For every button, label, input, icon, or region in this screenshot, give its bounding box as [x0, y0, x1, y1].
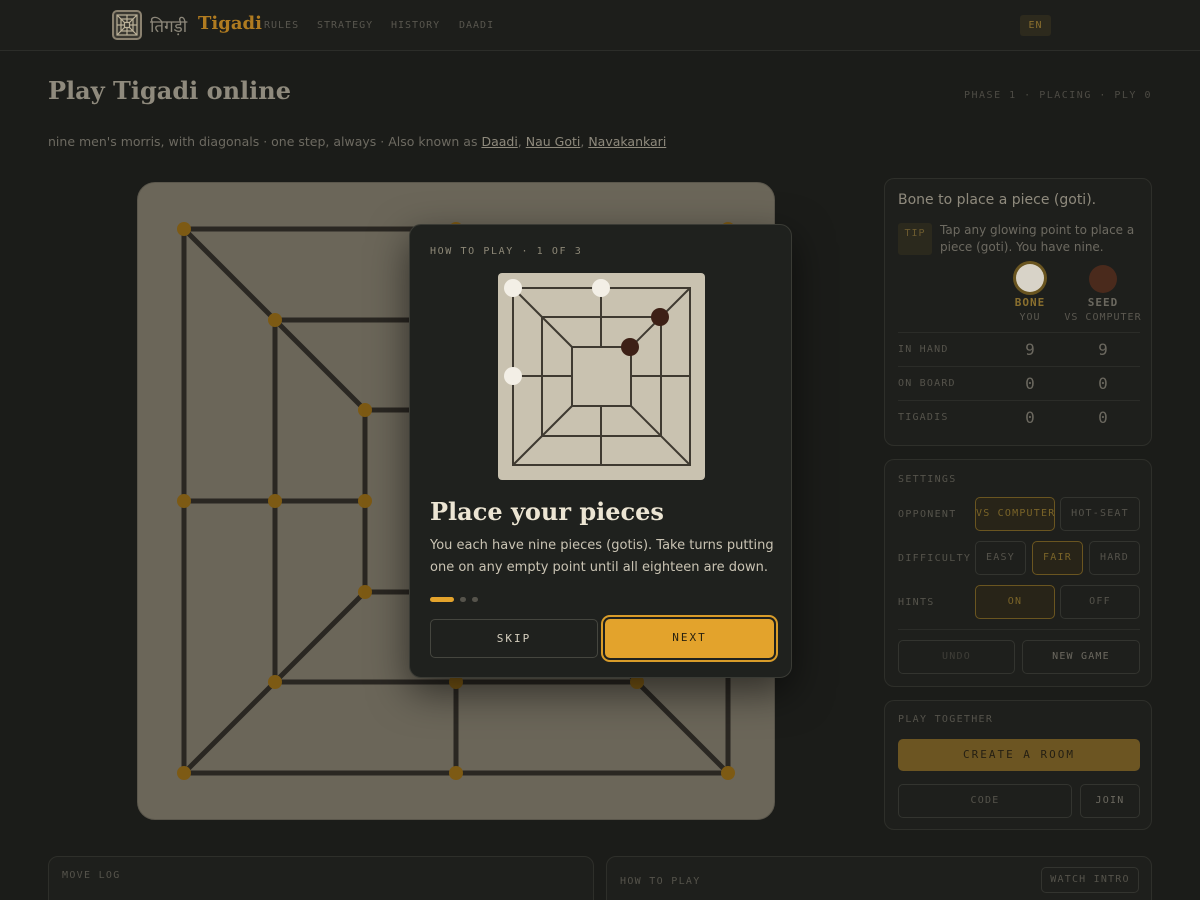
- move-log-label: MOVE LOG: [62, 870, 121, 881]
- hints-off-button[interactable]: OFF: [1060, 585, 1140, 619]
- difficulty-hard-button[interactable]: HARD: [1089, 541, 1140, 575]
- how-to-play-label: HOW TO PLAY: [620, 876, 701, 887]
- alias-link-daadi[interactable]: Daadi: [481, 134, 517, 149]
- how-to-play-panel: HOW TO PLAY WATCH INTRO: [606, 856, 1152, 900]
- settings-label: SETTINGS: [898, 474, 957, 485]
- stat-bone: 0: [1025, 408, 1035, 427]
- stat-seed: 0: [1098, 408, 1108, 427]
- difficulty-easy-button[interactable]: EASY: [975, 541, 1026, 575]
- step-dot-active: [430, 597, 454, 602]
- step-dot: [472, 597, 478, 602]
- tip-badge: TIP: [898, 223, 932, 255]
- stat-label: IN HAND: [898, 344, 949, 355]
- nav-strategy[interactable]: STRATEGY: [317, 20, 373, 31]
- nav-rules[interactable]: RULES: [264, 20, 299, 31]
- stat-row-in-hand: IN HAND 9 9: [898, 332, 1140, 366]
- stat-label: ON BOARD: [898, 378, 956, 389]
- top-bar: तिगड़ी Tigadi RULES STRATEGY HISTORY DAA…: [0, 0, 1200, 51]
- modal-illustration-board: [498, 273, 705, 480]
- subtitle-text: nine men's morris, with diagonals · one …: [48, 134, 482, 149]
- stat-label: TIGADIS: [898, 412, 949, 423]
- opponent-label: OPPONENT: [898, 509, 957, 520]
- play-together-panel: PLAY TOGETHER CREATE A ROOM CODE JOIN: [884, 700, 1152, 830]
- difficulty-fair-button[interactable]: FAIR: [1032, 541, 1083, 575]
- player-name-seed: SEED: [1087, 296, 1119, 309]
- alias-link-navakankari[interactable]: Navakankari: [588, 134, 666, 149]
- step-dot: [460, 597, 466, 602]
- language-button[interactable]: EN: [1020, 15, 1051, 36]
- modal-title: Place your pieces: [430, 497, 664, 526]
- hints-on-button[interactable]: ON: [975, 585, 1055, 619]
- subtitle: nine men's morris, with diagonals · one …: [48, 134, 667, 149]
- bone-piece-icon: [1016, 264, 1044, 292]
- modal-step-indicator: HOW TO PLAY · 1 OF 3: [430, 246, 583, 257]
- nav-daadi[interactable]: DAADI: [459, 20, 494, 31]
- settings-divider: [898, 629, 1140, 630]
- how-to-play-modal: HOW TO PLAY · 1 OF 3 Place your pieces Y…: [409, 224, 792, 678]
- player-name-bone: BONE: [1014, 296, 1046, 309]
- room-code-input[interactable]: CODE: [898, 784, 1072, 818]
- next-button[interactable]: NEXT: [605, 619, 774, 658]
- phase-indicator: PHASE 1 · PLACING · PLY 0: [963, 90, 1152, 101]
- page-title: Play Tigadi online: [48, 76, 291, 105]
- create-room-button[interactable]: CREATE A ROOM: [898, 739, 1140, 771]
- status-panel: Bone to place a piece (goti). TIP Tap an…: [884, 178, 1152, 446]
- undo-button[interactable]: UNDO: [898, 640, 1015, 674]
- tigadi-logo-icon[interactable]: [112, 10, 142, 40]
- alias-link-nau-goti[interactable]: Nau Goti: [526, 134, 581, 149]
- opponent-vs-computer-button[interactable]: VS COMPUTER: [975, 497, 1055, 531]
- new-game-button[interactable]: NEW GAME: [1022, 640, 1140, 674]
- nav-history[interactable]: HISTORY: [391, 20, 440, 31]
- watch-intro-button[interactable]: WATCH INTRO: [1041, 867, 1139, 893]
- seed-piece-icon: [1089, 265, 1117, 293]
- difficulty-label: DIFFICULTY: [898, 553, 972, 564]
- brand-name[interactable]: Tigadi: [198, 13, 262, 34]
- opponent-hot-seat-button[interactable]: HOT-SEAT: [1060, 497, 1140, 531]
- move-log-panel: MOVE LOG: [48, 856, 594, 900]
- join-button[interactable]: JOIN: [1080, 784, 1140, 818]
- modal-body: You each have nine pieces (gotis). Take …: [430, 538, 774, 575]
- stat-seed: 0: [1098, 374, 1108, 393]
- turn-text: Bone to place a piece (goti).: [898, 192, 1097, 208]
- play-together-label: PLAY TOGETHER: [898, 714, 994, 725]
- tip-text: Tap any glowing point to place a piece (…: [940, 223, 1135, 254]
- stat-bone: 0: [1025, 374, 1035, 393]
- stat-seed: 9: [1098, 340, 1108, 359]
- stat-bone: 9: [1025, 340, 1035, 359]
- brand-hindi: तिगड़ी: [150, 17, 188, 37]
- hints-label: HINTS: [898, 597, 935, 608]
- stat-row-tigadis: TIGADIS 0 0: [898, 400, 1140, 434]
- skip-button[interactable]: SKIP: [430, 619, 598, 658]
- player-role-seed: VS COMPUTER: [1064, 312, 1142, 323]
- stat-row-on-board: ON BOARD 0 0: [898, 366, 1140, 400]
- settings-panel: SETTINGS OPPONENT VS COMPUTER HOT-SEAT D…: [884, 459, 1152, 687]
